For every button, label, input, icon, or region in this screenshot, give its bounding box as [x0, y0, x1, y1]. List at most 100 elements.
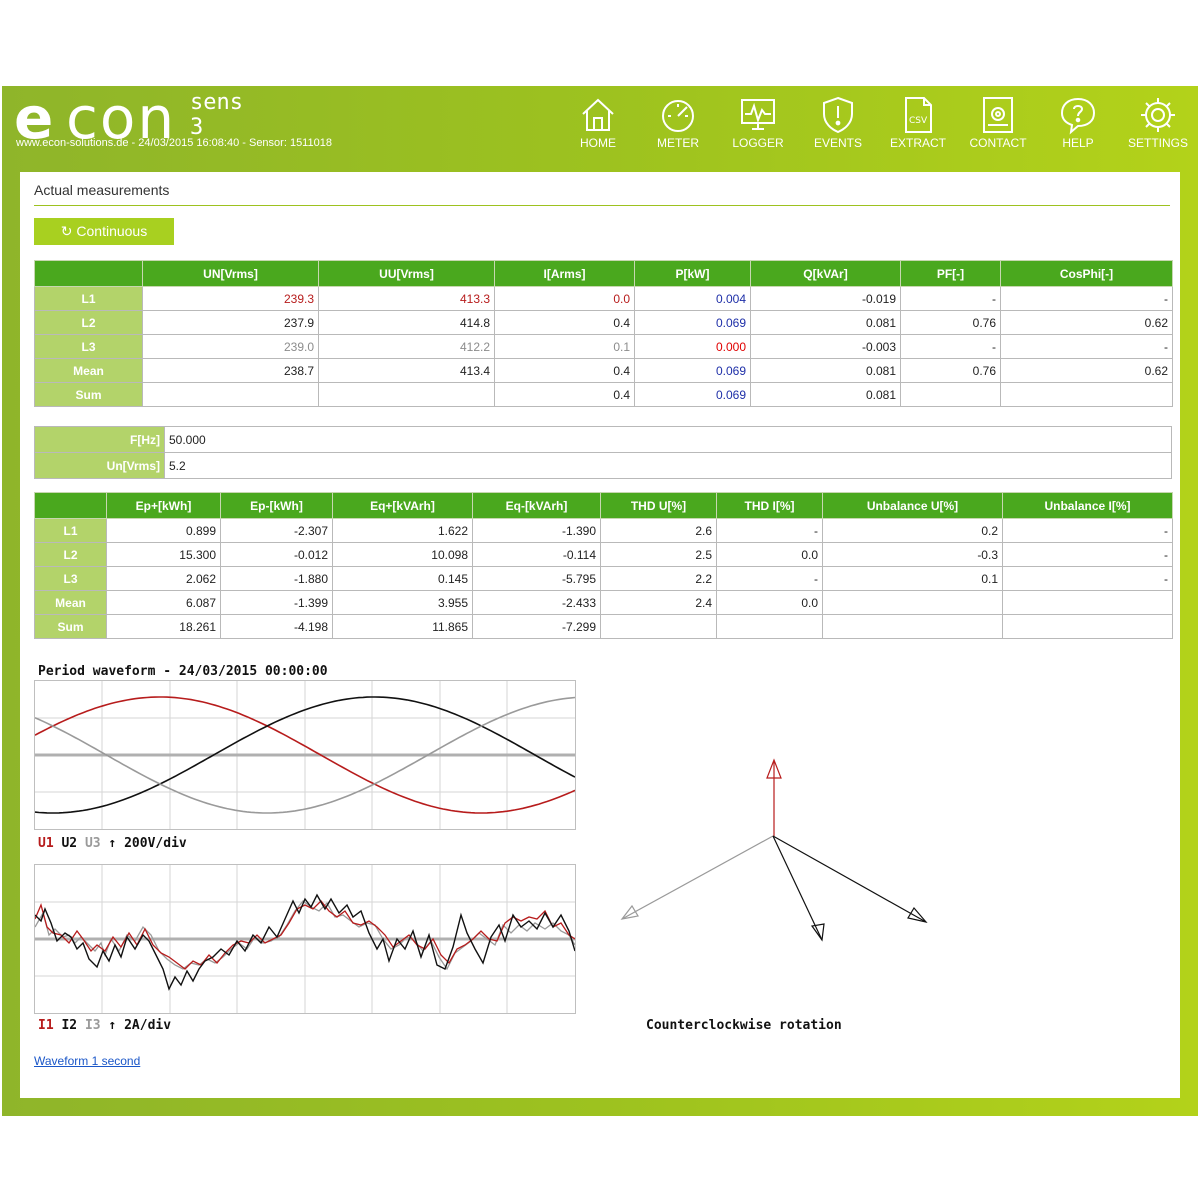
table-cell: 0.2 — [822, 518, 1003, 543]
nav-label: SETTINGS — [1127, 136, 1188, 150]
waveform-1s-link[interactable]: Waveform 1 second — [34, 1054, 140, 1068]
table-row: L2 237.9 414.8 0.4 0.069 0.081 0.76 0.62 — [34, 310, 1173, 335]
table-row: Sum 18.261 -4.198 11.865 -7.299 — [34, 614, 1173, 639]
voltage-waveform-plot — [34, 680, 576, 830]
rotation-label: Counterclockwise rotation — [646, 1018, 842, 1033]
continuous-button[interactable]: ↻ Continuous — [34, 218, 174, 245]
phasor-u2-line — [772, 835, 927, 923]
nav-extract[interactable]: CSV EXTRACT — [878, 94, 958, 158]
table-cell: 0.76 — [900, 310, 1001, 335]
table-cell: 413.4 — [318, 358, 495, 383]
column-header: THD I[%] — [716, 492, 823, 519]
legend-i3: I3 — [84, 1018, 101, 1033]
column-header: Unbalance I[%] — [1002, 492, 1173, 519]
nav-meter[interactable]: METER — [638, 94, 718, 158]
table-cell: - — [1002, 566, 1173, 591]
column-header: Eq+[kVArh] — [332, 492, 473, 519]
nav-home[interactable]: HOME — [558, 94, 638, 158]
table-cell: 6.087 — [106, 590, 221, 615]
phasor-i-line — [772, 835, 823, 941]
column-header: Ep+[kWh] — [106, 492, 221, 519]
table-cell: 414.8 — [318, 310, 495, 335]
table-cell: 2.2 — [600, 566, 717, 591]
table-row: Mean 238.7 413.4 0.4 0.069 0.081 0.76 0.… — [34, 358, 1173, 383]
table-cell: 0.000 — [634, 334, 751, 359]
table-cell: - — [1000, 334, 1173, 359]
table-cell: 0.76 — [900, 358, 1001, 383]
table-cell: 0.081 — [750, 382, 901, 407]
column-header: Q[kVAr] — [750, 260, 901, 287]
nav-label: HOME — [580, 136, 616, 150]
table-cell: 2.5 — [600, 542, 717, 567]
svg-text:CSV: CSV — [909, 116, 928, 126]
table-cell: -2.307 — [220, 518, 333, 543]
table-cell: 0.62 — [1000, 358, 1173, 383]
legend-i2: I2 — [61, 1018, 78, 1033]
table-cell: 0.069 — [634, 310, 751, 335]
row-label: F[Hz] — [34, 426, 165, 453]
table-cell: - — [900, 286, 1001, 311]
table-cell: 0.004 — [634, 286, 751, 311]
table-cell: 0.069 — [634, 382, 751, 407]
frequency-table: F[Hz] 50.000 Un[Vrms] 5.2 — [34, 426, 1172, 479]
table-cell: 0.1 — [822, 566, 1003, 591]
voltage-legend: U1 U2 U3 ↑ 200V/div — [38, 836, 187, 851]
nav-label: EVENTS — [813, 136, 862, 150]
table-cell: - — [716, 566, 823, 591]
row-label: L1 — [34, 286, 143, 311]
column-header: Eq-[kVArh] — [472, 492, 601, 519]
table-cell: 11.865 — [332, 614, 473, 639]
csv-file-icon: CSV — [905, 97, 932, 133]
nav-settings[interactable]: SETTINGS — [1118, 94, 1198, 158]
energy-table: Ep+[kWh] Ep-[kWh] Eq+[kVArh] Eq-[kVArh] … — [34, 492, 1173, 639]
table-cell: 238.7 — [142, 358, 319, 383]
table-cell: 0.081 — [750, 358, 901, 383]
nav-contact[interactable]: CONTACT — [958, 94, 1038, 158]
table-cell: -4.198 — [220, 614, 333, 639]
voltage-waveform-svg — [34, 681, 576, 829]
nav-help[interactable]: HELP — [1038, 94, 1118, 158]
legend-u1: U1 — [38, 836, 54, 851]
site-info: www.econ-solutions.de - 24/03/2015 16:08… — [16, 137, 332, 149]
help-bubble-icon — [1060, 97, 1096, 135]
table-cell: 0.069 — [634, 358, 751, 383]
table-cell: -1.390 — [472, 518, 601, 543]
table-row: Sum 0.4 0.069 0.081 — [34, 382, 1173, 407]
nav-label: LOGGER — [732, 136, 784, 150]
nav-label: EXTRACT — [889, 136, 946, 150]
table-cell — [600, 614, 717, 639]
table-cell: 10.098 — [332, 542, 473, 567]
column-header: P[kW] — [634, 260, 751, 287]
table-cell: - — [716, 518, 823, 543]
table-cell: -0.3 — [822, 542, 1003, 567]
measurements-table: UN[Vrms] UU[Vrms] I[Arms] P[kW] Q[kVAr] … — [34, 260, 1173, 407]
gauge-icon — [662, 100, 694, 132]
table-row: Un[Vrms] 5.2 — [34, 452, 1172, 479]
home-icon — [582, 98, 614, 131]
table-row: L1 0.899 -2.307 1.622 -1.390 2.6 - 0.2 - — [34, 518, 1173, 543]
monitor-icon — [741, 99, 775, 130]
table-cell — [1000, 382, 1173, 407]
nav-label: CONTACT — [969, 136, 1027, 150]
row-label: L3 — [34, 566, 107, 591]
table-row: Mean 6.087 -1.399 3.955 -2.433 2.4 0.0 — [34, 590, 1173, 615]
table-cell: 2.4 — [600, 590, 717, 615]
table-cell: 0.145 — [332, 566, 473, 591]
table-cell: 0.4 — [494, 310, 635, 335]
column-header: UN[Vrms] — [142, 260, 319, 287]
current-waveform-svg — [34, 865, 576, 1013]
column-header: Ep-[kWh] — [220, 492, 333, 519]
table-cell: -0.003 — [750, 334, 901, 359]
table-cell: 237.9 — [142, 310, 319, 335]
table-header-row: Ep+[kWh] Ep-[kWh] Eq+[kVArh] Eq-[kVArh] … — [34, 492, 1173, 519]
row-label: Sum — [34, 382, 143, 407]
table-cell: 0.62 — [1000, 310, 1173, 335]
row-label: Mean — [34, 358, 143, 383]
table-cell: -7.299 — [472, 614, 601, 639]
table-cell: 0.0 — [494, 286, 635, 311]
table-cell: 413.3 — [318, 286, 495, 311]
table-row: L2 15.300 -0.012 10.098 -0.114 2.5 0.0 -… — [34, 542, 1173, 567]
nav-logger[interactable]: LOGGER — [718, 94, 798, 158]
column-header: I[Arms] — [494, 260, 635, 287]
nav-events[interactable]: EVENTS — [798, 94, 878, 158]
